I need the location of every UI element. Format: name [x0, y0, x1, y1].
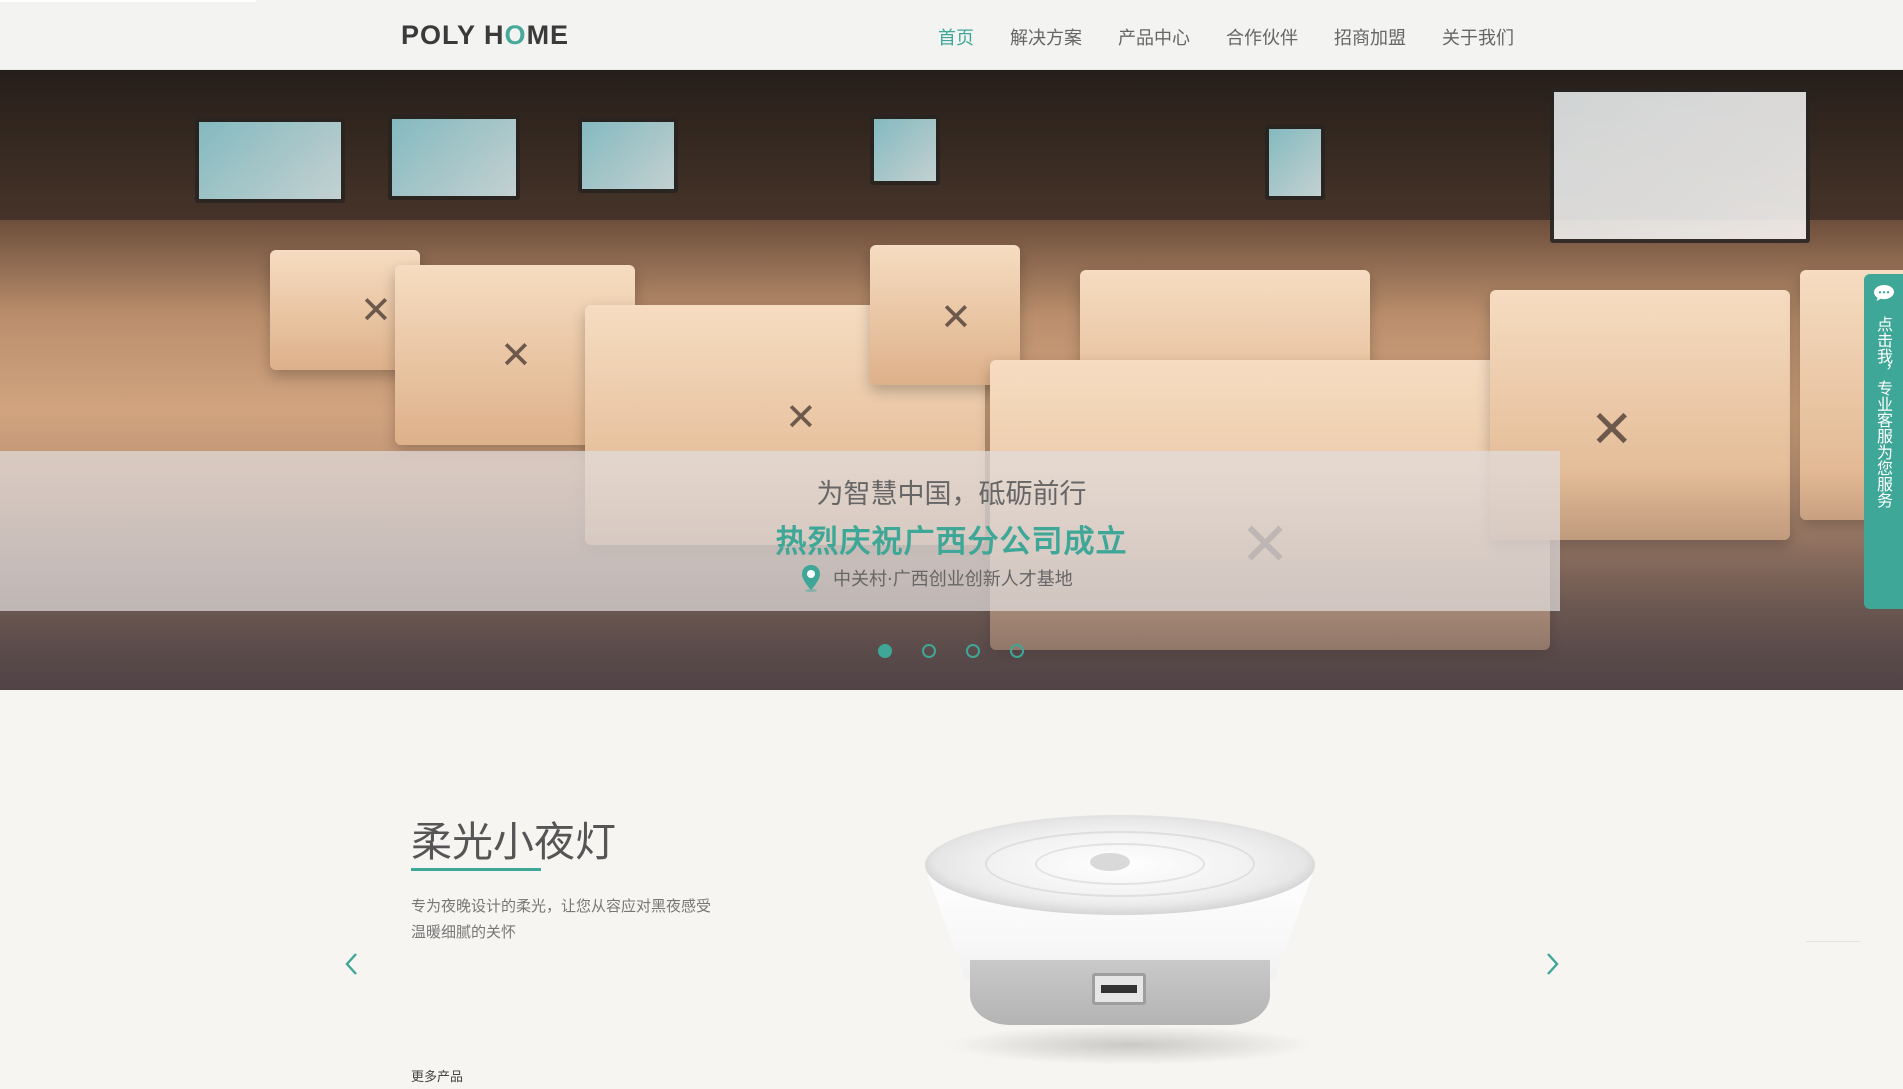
logo-text-2: ME [526, 20, 570, 50]
usb-port-icon [1092, 973, 1146, 1005]
product-title: 柔光小夜灯 [411, 818, 616, 866]
carousel-dot-2[interactable] [922, 644, 936, 658]
logo[interactable]: POLY HOME [401, 20, 569, 51]
prev-arrow-icon[interactable] [340, 950, 364, 978]
next-arrow-icon[interactable] [1540, 950, 1564, 978]
logo-text-1: POLY H [401, 20, 505, 50]
nav-item-products[interactable]: 产品中心 [1100, 24, 1208, 50]
nav-item-partners[interactable]: 合作伙伴 [1208, 24, 1316, 50]
carousel-dot-1[interactable] [878, 644, 892, 658]
main-nav: 首页 解决方案 产品中心 合作伙伴 招商加盟 关于我们 [920, 24, 1532, 50]
chat-bubble-icon [1873, 284, 1895, 302]
logo-text-o: O [504, 20, 527, 50]
nav-item-about[interactable]: 关于我们 [1424, 24, 1532, 50]
title-underline [411, 868, 541, 871]
hero-slogan: 为智慧中国，砥砺前行 [816, 479, 1087, 510]
location-pin-icon [799, 564, 823, 592]
night-light-product-image [905, 805, 1335, 1075]
divider [1806, 941, 1860, 942]
hero-location: 中关村·广西创业创新人才基地 [799, 564, 1073, 592]
hero-headline: 热烈庆祝广西分公司成立 [775, 524, 1128, 560]
lamp-shadow [945, 1025, 1315, 1065]
carousel-dot-3[interactable] [966, 644, 980, 658]
nav-item-franchise[interactable]: 招商加盟 [1316, 24, 1424, 50]
site-header: POLY HOME 首页 解决方案 产品中心 合作伙伴 招商加盟 关于我们 [0, 0, 1903, 70]
more-products-link[interactable]: 更多产品 [411, 1066, 463, 1085]
top-strip [0, 0, 256, 2]
product-description: 专为夜晚设计的柔光，让您从容应对黑夜感受温暖细腻的关怀 [411, 897, 712, 941]
customer-service-label: 点击我，专业客服为您服务 [1874, 316, 1893, 508]
carousel-dots [878, 644, 1024, 658]
nav-item-solutions[interactable]: 解决方案 [992, 24, 1100, 50]
lamp-center-hole [1090, 853, 1130, 871]
nav-item-home[interactable]: 首页 [920, 24, 992, 50]
carousel-dot-4[interactable] [1010, 644, 1024, 658]
hero-location-text: 中关村·广西创业创新人才基地 [833, 569, 1073, 590]
customer-service-tab[interactable]: 点击我，专业客服为您服务 [1864, 274, 1903, 609]
